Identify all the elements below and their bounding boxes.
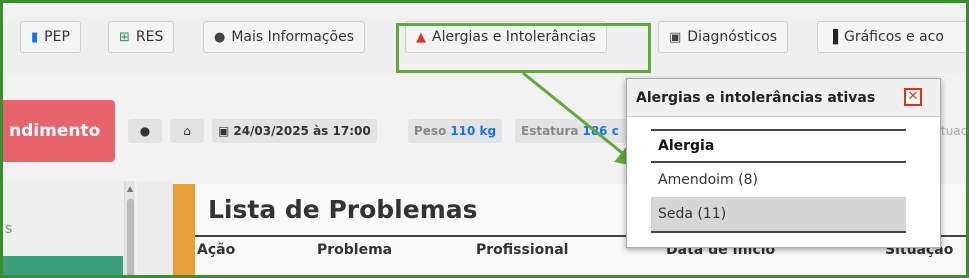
pep-button[interactable]: ▮ PEP: [20, 21, 81, 53]
allergies-table: Alergia Amendoim (8) Seda (11): [651, 129, 906, 233]
estatura-chip: Estatura 186 c: [515, 119, 630, 143]
diagnosticos-button[interactable]: ▣ Diagnósticos: [658, 21, 789, 53]
peso-chip: Peso 110 kg: [408, 119, 503, 143]
calendar-icon: ▣: [218, 124, 230, 138]
column-header-profissional: Profissional: [476, 242, 569, 258]
column-header-problema: Problema: [317, 242, 393, 258]
allergies-table-bottom-rule: [651, 231, 906, 233]
close-icon[interactable]: ✕: [904, 88, 922, 106]
datetime-chip: ▣ 24/03/2025 às 17:00: [212, 119, 377, 143]
allergies-column-header: Alergia: [651, 129, 906, 163]
popover-title: Alergias e intolerâncias ativas: [636, 89, 876, 106]
graficos-button[interactable]: ▐ Gráficos e aco: [817, 21, 966, 53]
atendimento-button[interactable]: ndimento: [3, 100, 115, 162]
home-icon: ⌂: [183, 124, 191, 138]
peso-value: 110 kg: [450, 124, 497, 138]
peso-label: Peso: [414, 124, 447, 138]
user-icon: ●: [214, 29, 226, 45]
sidebar-active-item[interactable]: [3, 256, 123, 275]
document-icon: ▮: [31, 29, 39, 45]
scrollbar-thumb[interactable]: [127, 199, 134, 275]
graficos-label: Gráficos e aco: [844, 29, 944, 45]
res-button[interactable]: ⊞ RES: [108, 21, 175, 53]
atendimento-label: ndimento: [9, 121, 101, 141]
diagnosticos-label: Diagnósticos: [687, 29, 778, 45]
allergy-item-label: Seda (11): [658, 206, 727, 222]
mais-informacoes-label: Mais Informações: [231, 29, 355, 45]
screenshot-frame: ▮ PEP ⊞ RES ● Mais Informações ▲ Alergia…: [0, 0, 969, 278]
plus-box-icon: ⊞: [119, 29, 130, 45]
allergy-row: Seda (11): [651, 197, 906, 231]
sidebar-cut-text: s: [5, 221, 13, 237]
page-title: Lista de Problemas: [208, 195, 478, 224]
popover-header: Alergias e intolerâncias ativas: [627, 79, 940, 117]
alergia-header-label: Alergia: [658, 138, 715, 154]
panel-accent-bar: [173, 184, 195, 275]
left-sidebar: s: [3, 181, 125, 275]
person-icon: ●: [139, 124, 151, 138]
situacao-cut-label: tuac: [941, 124, 968, 138]
scroll-up-icon[interactable]: ▲: [127, 184, 133, 193]
res-label: RES: [135, 29, 164, 45]
datetime-value: 24/03/2025 às 17:00: [233, 124, 371, 138]
patient-icon-chip[interactable]: ●: [128, 119, 162, 143]
allergy-row: Amendoim (8): [651, 163, 906, 197]
top-strip: [3, 3, 966, 15]
highlight-box: [396, 23, 651, 73]
allergies-popover: Alergias e intolerâncias ativas ✕ Alergi…: [626, 78, 941, 248]
home-chip[interactable]: ⌂: [170, 119, 204, 143]
situacao-chip: tuac: [941, 119, 968, 143]
estatura-value: 186 c: [582, 124, 619, 138]
bar-chart-icon: ▐: [828, 29, 838, 45]
pep-label: PEP: [44, 29, 70, 45]
gutter: [137, 181, 173, 275]
estatura-label: Estatura: [521, 124, 579, 138]
column-header-acao: Ação: [197, 242, 236, 258]
file-icon: ▣: [669, 29, 682, 45]
allergy-item-label: Amendoim (8): [658, 172, 758, 188]
mais-informacoes-button[interactable]: ● Mais Informações: [203, 21, 366, 53]
